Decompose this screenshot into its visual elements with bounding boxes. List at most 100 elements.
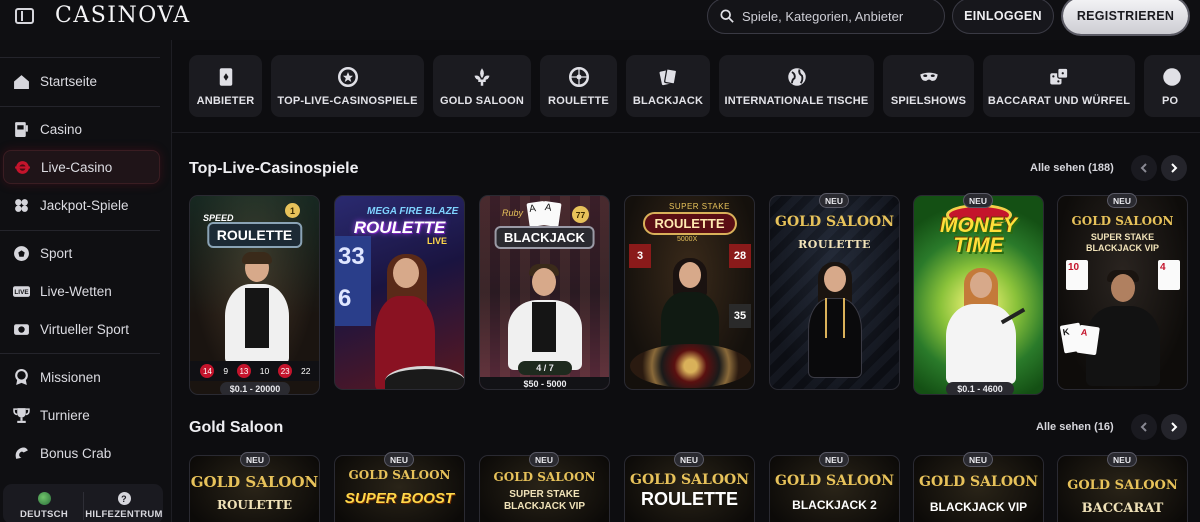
chevron-right-icon xyxy=(1171,163,1178,173)
playing-card: 10 xyxy=(1066,260,1088,290)
scroll-left-button[interactable] xyxy=(1131,155,1157,181)
game-subtitle: ROULETTE xyxy=(798,238,871,251)
scroll-right-button[interactable] xyxy=(1161,414,1187,440)
multiplier-label: 5000X xyxy=(677,236,698,243)
clover-icon xyxy=(13,197,30,214)
sidebar-item-label: Missionen xyxy=(40,369,101,385)
category-baccarat-und-wuerfel[interactable]: BACCARAT UND WÜRFEL xyxy=(983,55,1135,117)
crab-claw-icon xyxy=(13,445,30,462)
game-card-super-stake-roulette[interactable]: SUPER STAKE ROULETTE 5000X 3 28 35 xyxy=(624,195,755,390)
game-card-speed-roulette[interactable]: SPEED 1 ROULETTE 14 9 13 10 23 22 $0.1 -… xyxy=(189,195,320,395)
game-card-ruby-blackjack[interactable]: Ruby A A 77 BLACKJACK 4 / 7 $50 - 5000 xyxy=(479,195,610,390)
sidebar-item-label: Live-Casino xyxy=(41,159,113,175)
sidebar-item-sport[interactable]: Sport xyxy=(3,236,160,270)
login-button[interactable]: EINLOGGEN xyxy=(952,0,1054,34)
sidebar-item-live-casino[interactable]: Live-Casino xyxy=(3,150,160,184)
language-selector[interactable]: DEUTSCH xyxy=(5,486,83,522)
game-title: GOLD SALOON xyxy=(774,214,895,230)
category-gold-saloon[interactable]: GOLD SALOON xyxy=(433,55,531,117)
new-badge: NEU xyxy=(819,193,849,208)
game-title: GOLD SALOON xyxy=(1071,214,1174,228)
roulette-wheel xyxy=(630,344,751,388)
sidebar-item-turniere[interactable]: Turniere xyxy=(3,398,160,432)
new-badge: NEU xyxy=(384,452,414,467)
dealer-head xyxy=(532,268,556,296)
sidebar-item-label: Bonus Crab xyxy=(40,445,112,461)
category-label: BACCARAT UND WÜRFEL xyxy=(987,95,1131,107)
sidebar-item-jackpot-spiele[interactable]: Jackpot-Spiele xyxy=(3,188,160,222)
sidebar-divider xyxy=(0,230,160,231)
playing-card: A xyxy=(540,200,562,228)
sidebar-item-label: Startseite xyxy=(40,73,98,89)
sidebar-divider xyxy=(0,57,160,58)
virtual-sport-icon xyxy=(13,321,30,338)
question-mark-icon: ? xyxy=(117,492,131,505)
sidebar-item-label: Sport xyxy=(40,245,73,261)
game-card-money-time[interactable]: MONEY TIME $0.1 - 4600 xyxy=(913,195,1044,395)
mask-icon xyxy=(918,67,940,87)
new-badge: NEU xyxy=(240,452,270,467)
sidebar-item-missionen[interactable]: Missionen xyxy=(3,360,160,394)
game-subtitle: ROULETTE xyxy=(216,498,293,512)
category-top-live-casinospiele[interactable]: TOP-LIVE-CASINOSPIELE xyxy=(271,55,424,117)
language-label: DEUTSCH xyxy=(19,509,69,520)
game-title: GOLD SALOON xyxy=(774,473,895,489)
category-roulette[interactable]: ROULETTE xyxy=(540,55,617,117)
playing-cards-icon xyxy=(657,67,679,87)
recent-number: 14 xyxy=(200,364,215,378)
category-spielshows[interactable]: SPIELSHOWS xyxy=(883,55,974,117)
game-subtitle: BLACKJACK 2 xyxy=(792,498,877,512)
game-subtitle: ROULETTE xyxy=(641,489,738,509)
sidebar-toggle-icon[interactable] xyxy=(15,8,34,24)
sidebar-item-label: Casino xyxy=(40,121,83,137)
game-card-gold-saloon-blackjack-vip[interactable]: GOLD SALOON SUPER STAKE BLACKJACK VIP 10… xyxy=(1057,195,1188,390)
recent-number: 23 xyxy=(278,364,293,378)
casinova-logo[interactable]: CASINOVA xyxy=(55,3,191,28)
search-input[interactable] xyxy=(742,8,922,24)
game-subtitle: SUPER STAKE BLACKJACK VIP xyxy=(503,489,586,512)
host-head xyxy=(970,272,992,298)
category-blackjack[interactable]: BLACKJACK xyxy=(626,55,710,117)
slot-machine-icon xyxy=(13,121,30,138)
card-backdrop-numbers: 33 6 xyxy=(335,236,371,326)
see-all-top-live-link[interactable]: Alle sehen (188) xyxy=(1030,162,1114,174)
scroll-left-button[interactable] xyxy=(1131,414,1157,440)
live-casino-icon xyxy=(14,159,31,176)
medal-icon xyxy=(13,368,30,386)
category-internationale-tische[interactable]: INTERNATIONALE TISCHE xyxy=(719,55,874,117)
playing-card: 4 xyxy=(1158,260,1180,290)
sidebar-item-live-wetten[interactable]: LIVE Live-Wetten xyxy=(3,274,160,308)
dealer-face xyxy=(393,258,419,288)
game-card-gold-saloon-roulette[interactable]: GOLD SALOON ROULETTE xyxy=(769,195,900,390)
seats-count: 4 / 7 xyxy=(536,363,554,373)
search-box[interactable] xyxy=(707,0,945,34)
new-badge: NEU xyxy=(963,452,993,467)
dealer-head xyxy=(679,262,701,288)
fleur-de-lis-icon xyxy=(471,67,493,87)
category-label: TOP-LIVE-CASINOSPIELE xyxy=(277,95,418,107)
game-title: ROULETTE xyxy=(206,222,303,248)
register-button[interactable]: REGISTRIEREN xyxy=(1063,0,1188,34)
recent-numbers-bar: 14 9 13 10 23 22 xyxy=(190,361,319,381)
category-anbieter[interactable]: ANBIETER xyxy=(189,55,262,117)
recent-number: 10 xyxy=(259,366,270,376)
help-center-link[interactable]: ? HILFEZENTRUM xyxy=(85,486,163,522)
sidebar-item-bonus-crab[interactable]: Bonus Crab xyxy=(3,436,160,470)
scroll-right-button[interactable] xyxy=(1161,155,1187,181)
live-badge-icon: LIVE xyxy=(13,283,30,300)
game-card-mega-fire-blaze-roulette[interactable]: 33 6 MEGA FIRE BLAZE ROULETTE LIVE xyxy=(334,195,465,390)
dress-trim xyxy=(825,298,827,338)
sidebar-item-casino[interactable]: Casino xyxy=(3,112,160,146)
category-poker[interactable]: PO xyxy=(1144,55,1200,117)
game-title: GOLD SALOON xyxy=(493,470,596,484)
game-title: GOLD SALOON xyxy=(918,474,1039,490)
sidebar-item-startseite[interactable]: Startseite xyxy=(3,64,160,98)
playing-card: A xyxy=(1076,324,1100,356)
bet-limit-tag: $0.1 - 20000 xyxy=(220,382,290,394)
seats-tag: 4 / 7 xyxy=(518,361,572,375)
trophy-icon xyxy=(13,407,30,424)
game-subtitle: SUPER STAKE BLACKJACK VIP xyxy=(1085,232,1159,253)
rank-badge: 1 xyxy=(285,203,300,218)
see-all-gold-saloon-link[interactable]: Alle sehen (16) xyxy=(1036,421,1114,433)
sidebar-item-virtueller-sport[interactable]: Virtueller Sport xyxy=(3,312,160,346)
